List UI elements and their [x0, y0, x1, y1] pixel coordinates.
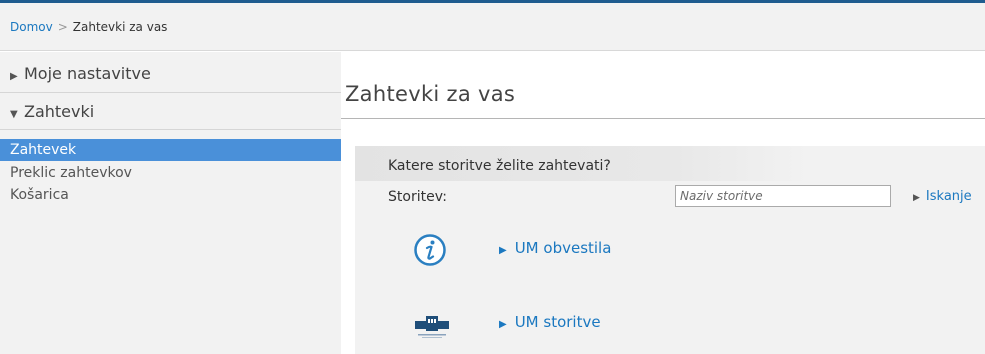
search-button[interactable]: ▶ Iskanje: [913, 189, 972, 204]
um-logo-icon: [415, 316, 449, 338]
sidebar-item-preklic-zahtevkov[interactable]: Preklic zahtevkov: [0, 162, 341, 184]
title-divider: [341, 118, 985, 119]
sidebar-section-label: Zahtevki: [24, 102, 95, 121]
info-icon: [414, 234, 446, 266]
panel-question: Katere storitve želite zahtevati?: [388, 158, 611, 174]
breadcrumb-home-link[interactable]: Domov: [10, 20, 53, 34]
breadcrumb-current: Zahtevki za vas: [72, 20, 168, 34]
sidebar-item-zahtevek[interactable]: Zahtevek: [0, 139, 341, 161]
sidebar-section-label: Moje nastavitve: [24, 64, 151, 83]
sidebar-section-zahtevki[interactable]: ▼ Zahtevki: [0, 102, 341, 128]
divider: [0, 92, 341, 93]
triangle-right-icon: ▶: [499, 319, 507, 330]
search-button-label: Iskanje: [925, 189, 972, 204]
services-panel: Katere storitve želite zahtevati? Storit…: [355, 146, 985, 354]
triangle-down-icon: ▼: [10, 109, 18, 120]
breadcrumb-separator: >: [57, 20, 68, 34]
service-link-label: UM obvestila: [514, 239, 612, 257]
triangle-right-icon: ▶: [913, 193, 920, 203]
service-search-input[interactable]: [675, 185, 891, 207]
um-storitve-link[interactable]: ▶ UM storitve: [499, 313, 601, 331]
triangle-right-icon: ▶: [499, 245, 507, 256]
service-field-label: Storitev:: [388, 189, 447, 205]
sidebar-section-moje-nastavitve[interactable]: ▶ Moje nastavitve: [0, 64, 341, 90]
triangle-right-icon: ▶: [10, 71, 18, 82]
um-obvestila-link[interactable]: ▶ UM obvestila: [499, 239, 611, 257]
service-link-label: UM storitve: [514, 313, 601, 331]
divider: [0, 129, 341, 130]
page-title: Zahtevki za vas: [345, 82, 516, 106]
breadcrumb: Domov > Zahtevki za vas: [0, 3, 985, 51]
service-row-um-obvestila: ▶ UM obvestila: [355, 227, 985, 273]
sidebar: ▶ Moje nastavitve ▼ Zahtevki Zahtevek Prek…: [0, 52, 341, 354]
service-row-um-storitve: ▶ UM storitve: [355, 301, 985, 347]
sidebar-item-kosarica[interactable]: Košarica: [0, 184, 341, 206]
